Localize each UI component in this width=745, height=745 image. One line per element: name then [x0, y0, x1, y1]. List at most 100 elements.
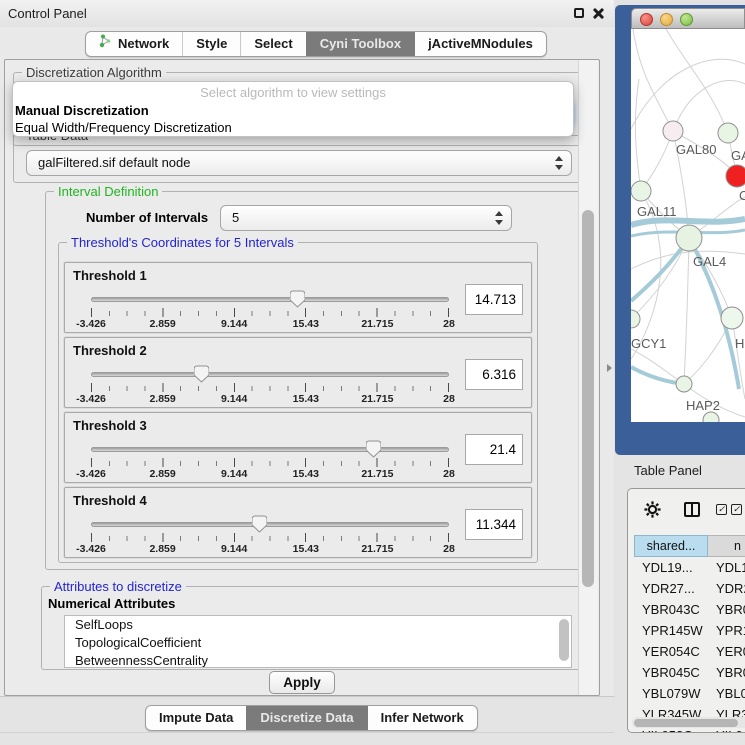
interval-definition-group: Interval Definition Number of Intervals …: [45, 191, 581, 570]
node-label: C: [739, 188, 745, 203]
list-item[interactable]: TopologicalCoefficient: [65, 634, 571, 652]
list-scrollbar[interactable]: [559, 619, 569, 661]
table-row[interactable]: YPR145WYPR1: [634, 620, 745, 641]
slider-ticks: [91, 308, 449, 317]
slider-thumb-icon[interactable]: [366, 440, 381, 458]
network-node[interactable]: [631, 181, 651, 201]
tab-impute-data[interactable]: Impute Data: [146, 706, 246, 730]
threshold-slider: -3.4262.8599.14415.4321.71528: [91, 516, 449, 558]
table-row[interactable]: YBR043CYBR0: [634, 599, 745, 620]
top-tab-strip: Network Style Select Cyni Toolbox jActiv…: [85, 31, 547, 57]
gear-icon[interactable]: [644, 501, 661, 523]
numerical-attributes-label: Numerical Attributes: [48, 596, 175, 611]
float-window-icon[interactable]: [574, 8, 584, 18]
threshold-slider: -3.4262.8599.14415.4321.71528: [91, 366, 449, 408]
apply-button[interactable]: Apply: [269, 671, 335, 694]
slider-track[interactable]: [91, 297, 449, 302]
tab-label: Network: [118, 32, 169, 56]
node-table: shared... n YDL19...YDL1 YDR27...YDR2 YB…: [634, 535, 745, 733]
tab-jactivemnodules[interactable]: jActiveMNodules: [414, 32, 546, 56]
splitter-arrow-icon[interactable]: [607, 364, 612, 372]
checkbox-icon[interactable]: ✓: [716, 504, 727, 515]
cyni-toolbox-panel: Discretization Algorithm Table Data galF…: [4, 59, 600, 696]
node-label: HAP2: [686, 398, 720, 413]
list-item[interactable]: SelfLoops: [65, 616, 571, 634]
network-node[interactable]: [663, 121, 683, 141]
node-label: GCY1: [631, 336, 666, 351]
table-row[interactable]: YBL079WYBL0: [634, 683, 745, 704]
threshold-value-field[interactable]: 6.316: [465, 359, 523, 390]
node-label: GAL4: [693, 254, 726, 269]
table-row[interactable]: YDL19...YDL1: [634, 557, 745, 578]
tab-infer-network[interactable]: Infer Network: [367, 706, 477, 730]
slider-thumb-icon[interactable]: [194, 365, 209, 383]
group-title: Discretization Algorithm: [22, 65, 166, 80]
number-of-intervals-combo[interactable]: 5: [220, 205, 512, 231]
checkbox-icon[interactable]: ✓: [731, 504, 742, 515]
slider-track[interactable]: [91, 372, 449, 377]
table-row[interactable]: YBR045CYBR0: [634, 662, 745, 683]
threshold-slider: -3.4262.8599.14415.4321.71528: [91, 291, 449, 333]
dropdown-prompt: Select algorithm to view settings: [13, 85, 573, 103]
tab-style[interactable]: Style: [182, 32, 240, 56]
thresholds-group: Threshold's Coordinates for 5 Intervals …: [58, 242, 538, 563]
node-label: H: [735, 336, 744, 351]
dropdown-item-equal-width-frequency[interactable]: Equal Width/Frequency Discretization: [13, 120, 573, 137]
threshold-value-field[interactable]: 11.344: [465, 509, 523, 540]
column-header-name[interactable]: n: [708, 535, 745, 557]
dropdown-item-manual-discretization[interactable]: Manual Discretization: [13, 103, 573, 120]
threshold-label: Threshold 1: [73, 268, 147, 283]
numerical-attributes-list: SelfLoops TopologicalCoefficient Between…: [64, 615, 572, 668]
table-horizontal-scrollbar[interactable]: [632, 717, 745, 728]
tab-cyni-toolbox[interactable]: Cyni Toolbox: [306, 32, 414, 56]
threshold-value-field[interactable]: 21.4: [465, 434, 523, 465]
network-icon: [99, 32, 112, 56]
panel-scrollbar-thumb[interactable]: [582, 210, 594, 587]
window-minimize-icon[interactable]: [660, 13, 673, 26]
network-view-window: GAL80GAGAL11CGAL4GCY1HHAP2: [615, 5, 745, 455]
network-canvas[interactable]: GAL80GAGAL11CGAL4GCY1HHAP2: [631, 29, 745, 422]
tab-select[interactable]: Select: [240, 32, 305, 56]
combo-value: galFiltered.sif default node: [38, 155, 190, 170]
threshold-panel: Threshold 3 -3.4262.8599.14415.4321.7152…: [64, 412, 532, 483]
threshold-label: Threshold 4: [73, 493, 147, 508]
network-node[interactable]: [718, 123, 738, 143]
slider-track[interactable]: [91, 522, 449, 527]
threshold-label: Threshold 2: [73, 343, 147, 358]
scrollbar-thumb[interactable]: [634, 719, 738, 727]
network-node[interactable]: [631, 310, 640, 328]
network-node[interactable]: [721, 307, 743, 329]
threshold-panel: Threshold 4 -3.4262.8599.14415.4321.7152…: [64, 487, 532, 558]
slider-tick-labels: -3.4262.8599.14415.4321.71528: [91, 393, 449, 406]
group-title: Threshold's Coordinates for 5 Intervals: [67, 235, 298, 250]
node-label: GA: [731, 148, 745, 163]
column-header-shared-name[interactable]: shared...: [634, 535, 708, 557]
attributes-group: Attributes to discretize Numerical Attri…: [41, 586, 581, 670]
control-panel-titlebar: Control Panel: [0, 0, 614, 27]
network-node[interactable]: [703, 412, 719, 422]
split-columns-icon[interactable]: [684, 502, 700, 517]
slider-thumb-icon[interactable]: [290, 290, 305, 308]
threshold-label: Threshold 3: [73, 418, 147, 433]
table-data-combo[interactable]: galFiltered.sif default node: [26, 150, 572, 176]
window-zoom-icon[interactable]: [680, 13, 693, 26]
node-label: GAL11: [637, 204, 677, 219]
tab-network[interactable]: Network: [86, 32, 182, 56]
list-item[interactable]: BetweennessCentrality: [65, 652, 571, 668]
table-panel-title: Table Panel: [634, 463, 702, 478]
close-icon[interactable]: [593, 8, 604, 19]
slider-thumb-icon[interactable]: [252, 515, 267, 533]
network-node[interactable]: [676, 376, 692, 392]
network-node[interactable]: [726, 165, 745, 187]
table-row[interactable]: YER054CYER0: [634, 641, 745, 662]
window-close-icon[interactable]: [640, 13, 653, 26]
slider-tick-labels: -3.4262.8599.14415.4321.71528: [91, 468, 449, 481]
threshold-value-field[interactable]: 14.713: [465, 284, 523, 315]
combo-stepper-icon: [495, 211, 504, 225]
tab-discretize-data[interactable]: Discretize Data: [246, 706, 366, 730]
network-node[interactable]: [676, 225, 702, 251]
slider-ticks: [91, 533, 449, 542]
table-row[interactable]: YDR27...YDR2: [634, 578, 745, 599]
network-window-titlebar[interactable]: [631, 8, 745, 29]
slider-track[interactable]: [91, 447, 449, 452]
